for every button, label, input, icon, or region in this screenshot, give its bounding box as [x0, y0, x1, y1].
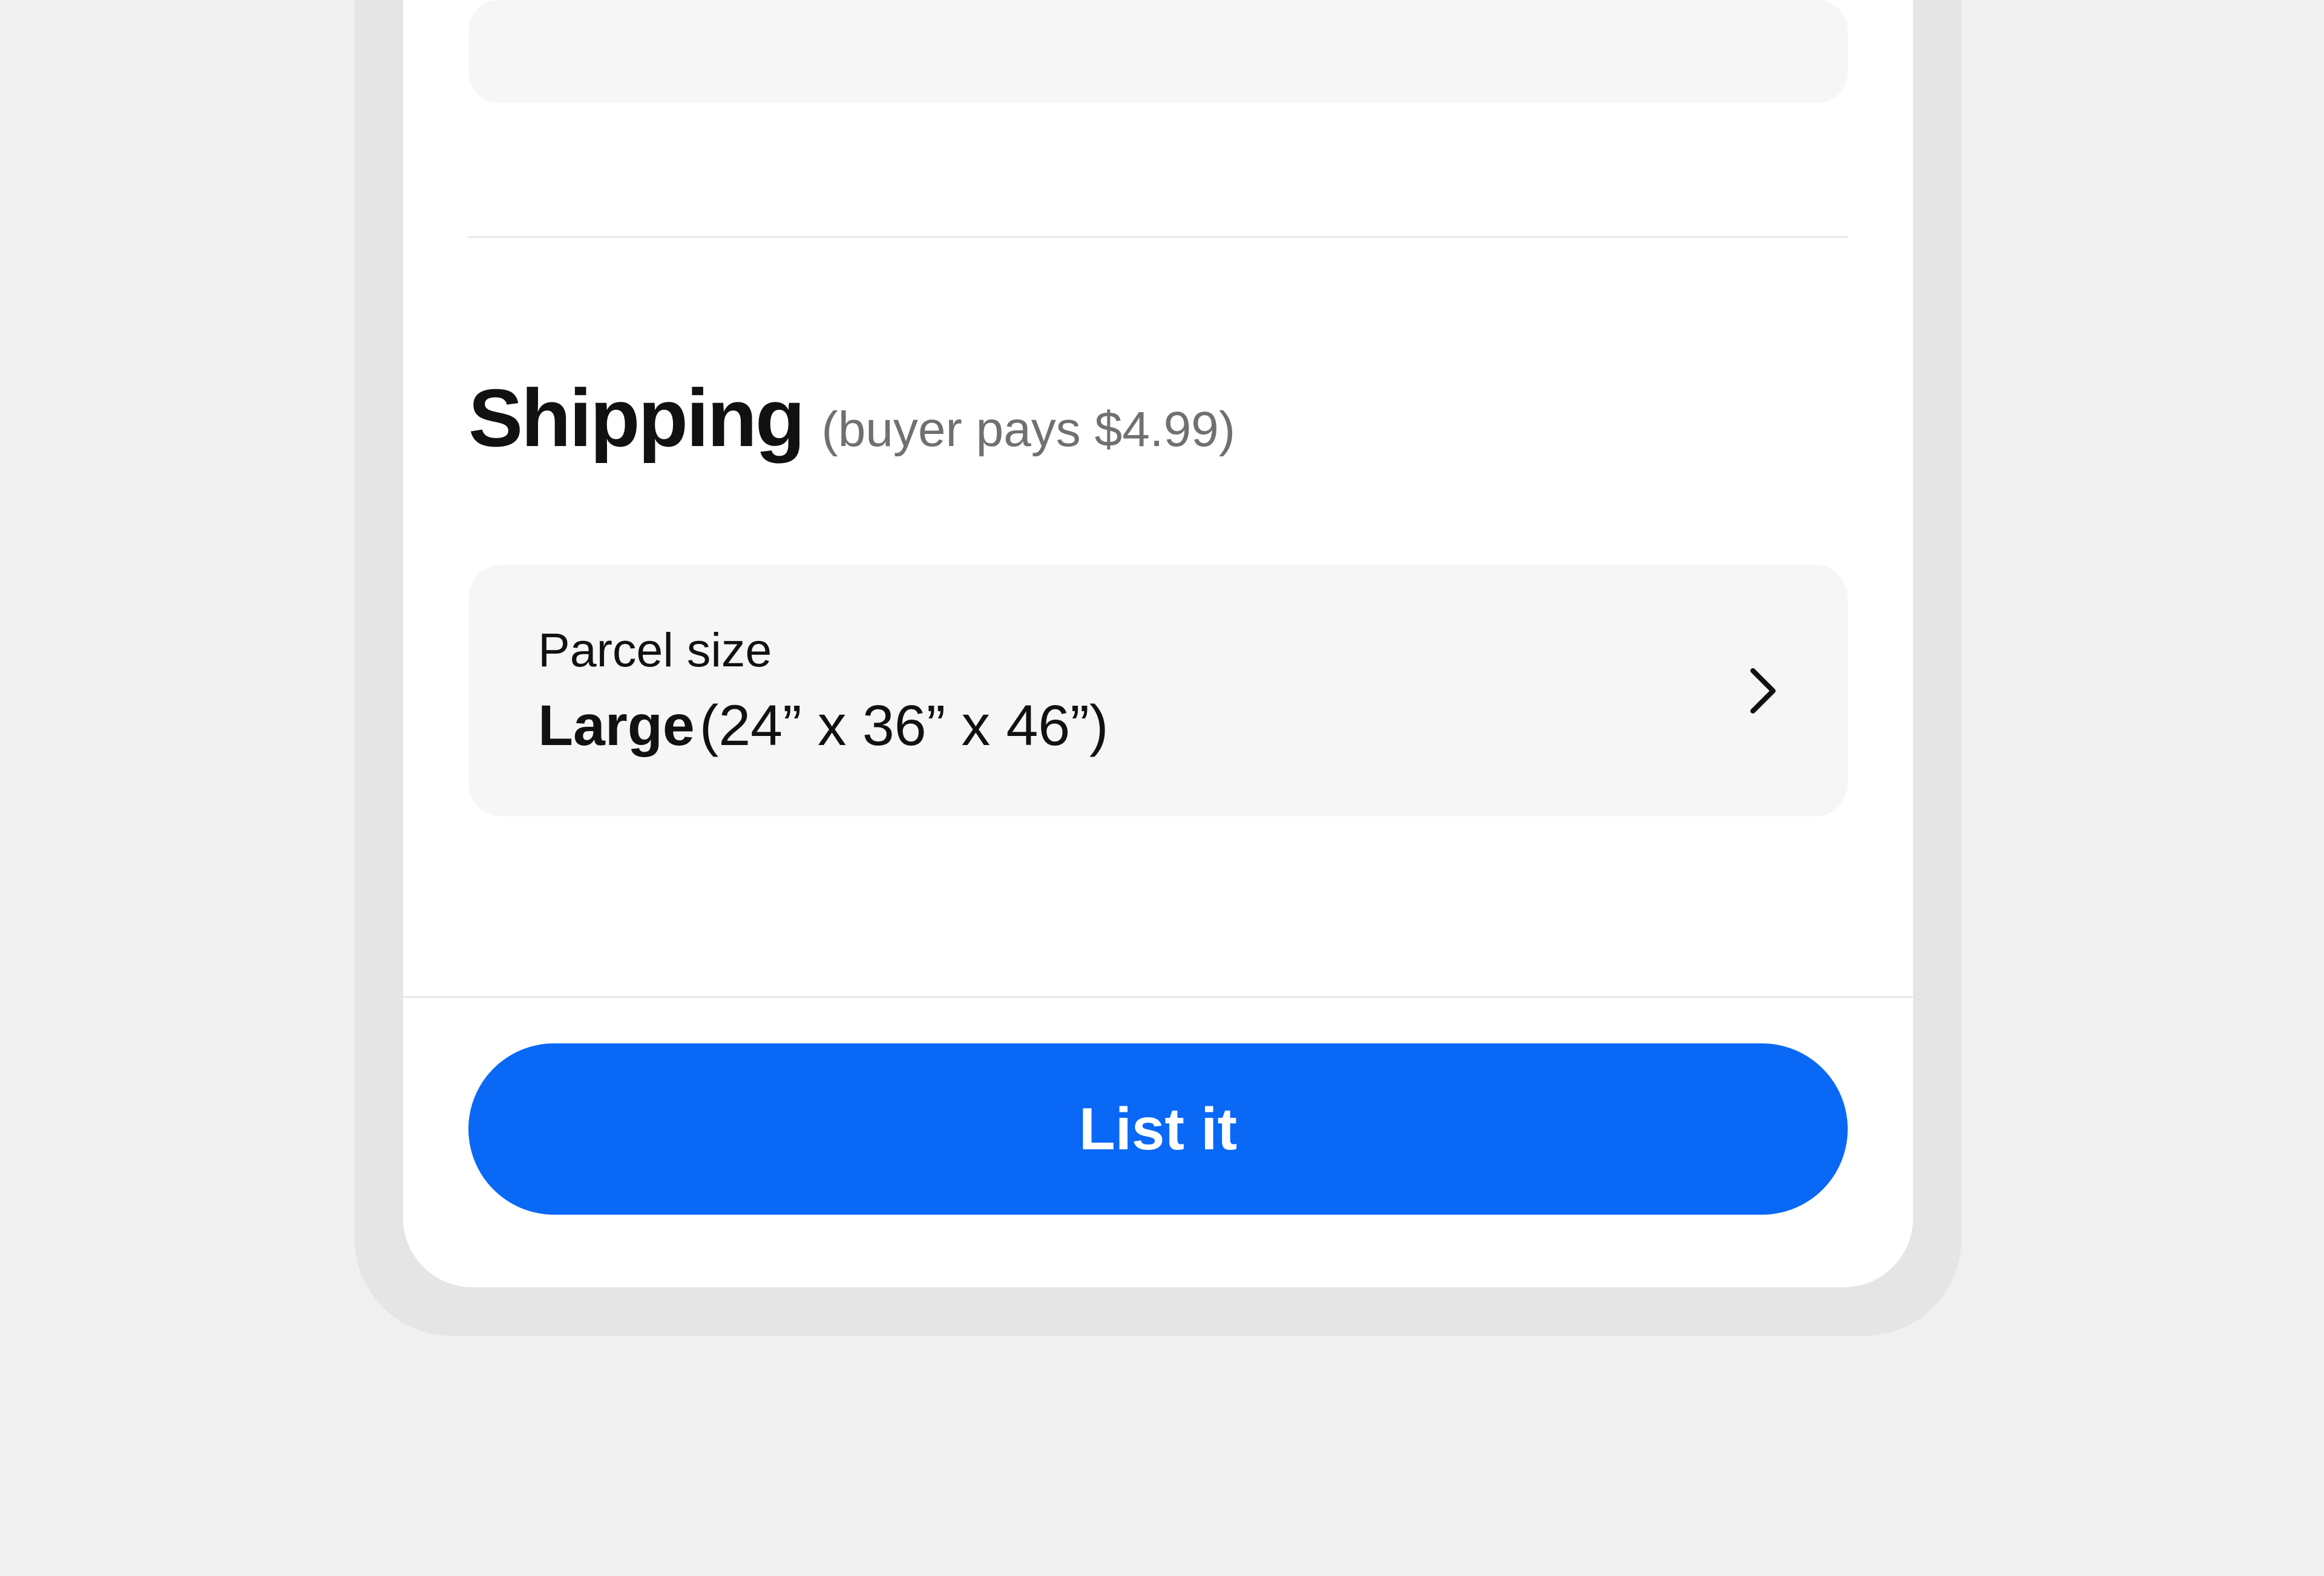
parcel-size-name: Large: [538, 693, 695, 759]
phone-frame: Shipping (buyer pays $4.99) Parcel size …: [355, 0, 1961, 1336]
section-divider: [468, 236, 1848, 238]
parcel-value-row: Large (24” x 36” x 46”): [538, 693, 1108, 759]
parcel-size-selector[interactable]: Parcel size Large (24” x 36” x 46”): [468, 565, 1848, 816]
chevron-right-icon: [1748, 665, 1778, 717]
list-it-button[interactable]: List it: [468, 1043, 1848, 1215]
parcel-info: Parcel size Large (24” x 36” x 46”): [538, 622, 1108, 759]
parcel-size-dimensions: (24” x 36” x 46”): [700, 693, 1109, 759]
shipping-section-header: Shipping (buyer pays $4.99): [468, 371, 1848, 465]
parcel-size-label: Parcel size: [538, 622, 1108, 678]
shipping-title: Shipping: [468, 371, 803, 465]
previous-section-card: [468, 0, 1848, 103]
footer-bar: List it: [403, 996, 1913, 1287]
content-area: Shipping (buyer pays $4.99) Parcel size …: [403, 0, 1913, 1287]
shipping-subtitle: (buyer pays $4.99): [821, 401, 1235, 458]
phone-screen: Shipping (buyer pays $4.99) Parcel size …: [403, 0, 1913, 1287]
